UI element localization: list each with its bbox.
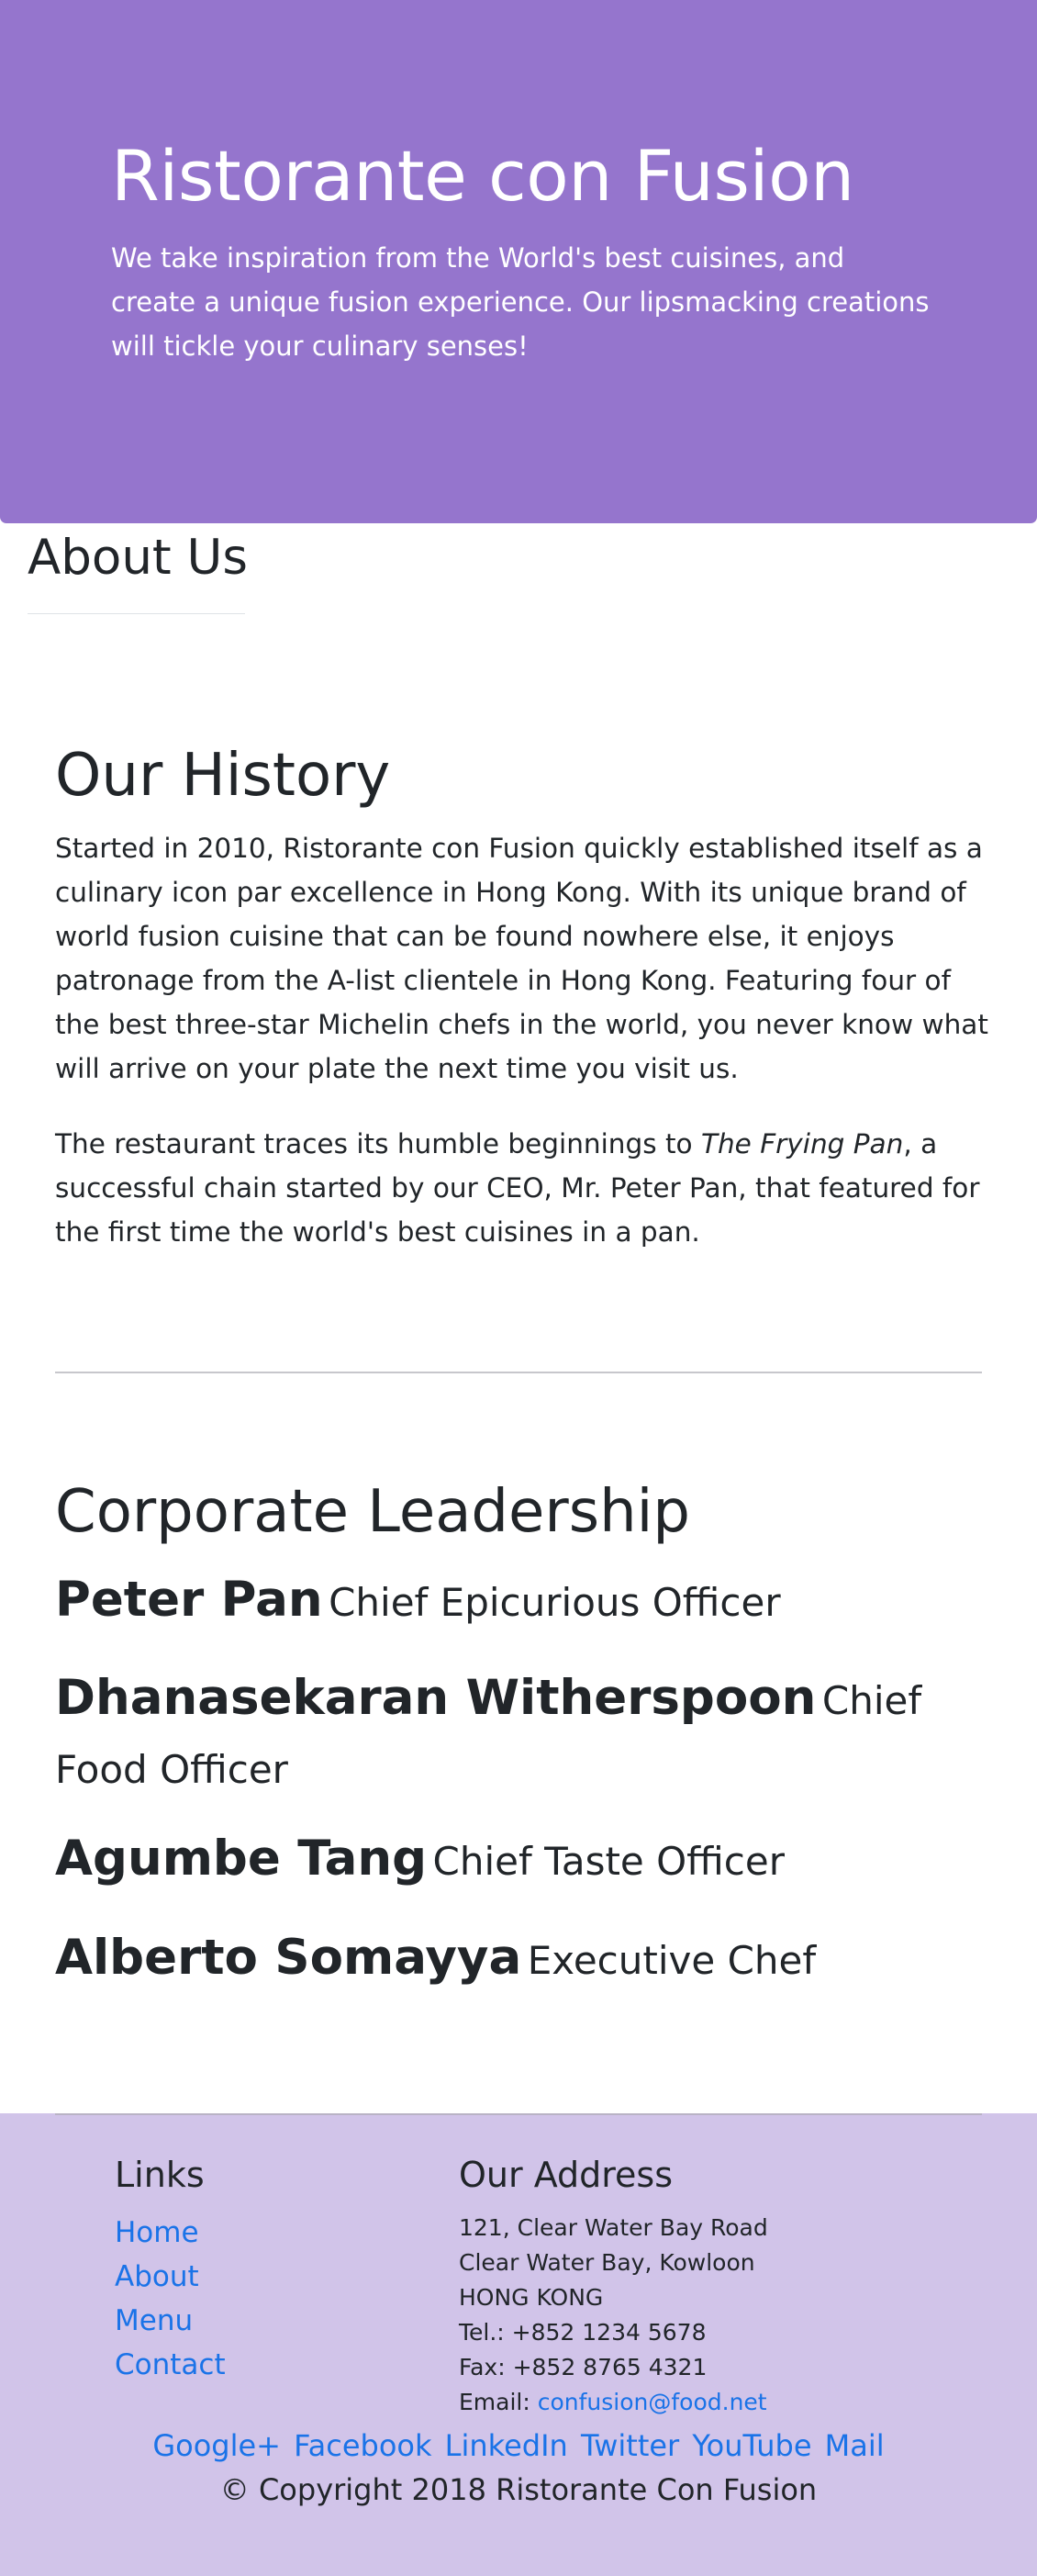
footer-link-item: Contact (115, 2343, 226, 2387)
leader-role: Executive Chef (527, 1938, 817, 1983)
footer-links: Home About Menu Contact (115, 2211, 226, 2387)
restaurant-title: Ristorante con Fusion (111, 135, 854, 217)
section-divider (55, 1372, 982, 1373)
leader-name: Alberto Somayya (55, 1930, 522, 1986)
leader-item: Agumbe Tang Chief Taste Officer (55, 1829, 991, 1900)
history-paragraph-2: The restaurant traces its humble beginni… (55, 1128, 980, 1248)
leader-item: Alberto Somayya Executive Chef (55, 1928, 991, 1999)
frying-pan-emphasis: The Frying Pan (700, 1128, 904, 1159)
history-paragraph-1: Started in 2010, Ristorante con Fusion q… (55, 833, 988, 1084)
leader-name: Dhanasekaran Witherspoon (55, 1670, 817, 1726)
email-label: Email: (459, 2389, 538, 2415)
twitter-link[interactable]: Twitter (581, 2428, 679, 2463)
links-heading: Links (115, 2155, 205, 2195)
email-line: Email: confusion@food.net (459, 2385, 768, 2420)
email-link[interactable]: confusion@food.net (538, 2389, 767, 2415)
phone-line: Tel.: +852 1234 5678 (459, 2319, 707, 2346)
leader-name: Peter Pan (55, 1572, 323, 1628)
about-link[interactable]: About (115, 2260, 199, 2293)
home-link[interactable]: Home (115, 2216, 199, 2249)
leader-name: Agumbe Tang (55, 1831, 428, 1887)
social-links: Google+ Facebook LinkedIn Twitter YouTub… (0, 2425, 1037, 2466)
leadership-heading: Corporate Leadership (55, 1478, 691, 1546)
address-block: 121, Clear Water Bay Road Clear Water Ba… (459, 2211, 768, 2420)
youtube-link[interactable]: YouTube (692, 2428, 811, 2463)
leader-item: Peter Pan Chief Epicurious Officer (55, 1570, 991, 1641)
footer-link-item: Menu (115, 2299, 226, 2343)
google-plus-link[interactable]: Google+ (152, 2428, 281, 2463)
jumbotron-header: Ristorante con Fusion We take inspiratio… (0, 0, 1037, 523)
history-heading: Our History (55, 742, 391, 810)
leader-role: Chief Epicurious Officer (329, 1580, 781, 1625)
restaurant-tagline: We take inspiration from the World's bes… (111, 242, 930, 363)
leader-item: Dhanasekaran Witherspoon Chief Food Offi… (55, 1668, 991, 1809)
facebook-link[interactable]: Facebook (294, 2428, 431, 2463)
contact-link[interactable]: Contact (115, 2348, 226, 2381)
linkedin-link[interactable]: LinkedIn (445, 2428, 568, 2463)
mail-link[interactable]: Mail (825, 2428, 885, 2463)
footer-divider (55, 2113, 982, 2115)
address-line: Clear Water Bay, Kowloon (459, 2249, 755, 2276)
address-heading: Our Address (459, 2155, 674, 2195)
footer-link-item: About (115, 2255, 226, 2299)
title-divider (28, 613, 245, 614)
footer-link-item: Home (115, 2211, 226, 2255)
page-title: About Us (28, 530, 248, 586)
address-line: HONG KONG (459, 2284, 604, 2311)
copyright-text: © Copyright 2018 Ristorante Con Fusion (219, 2472, 818, 2507)
fax-line: Fax: +852 8765 4321 (459, 2354, 708, 2380)
address-line: 121, Clear Water Bay Road (459, 2214, 768, 2241)
history-body: Started in 2010, Ristorante con Fusion q… (55, 826, 991, 1285)
menu-link[interactable]: Menu (115, 2304, 193, 2337)
leader-role: Chief Taste Officer (432, 1839, 785, 1884)
